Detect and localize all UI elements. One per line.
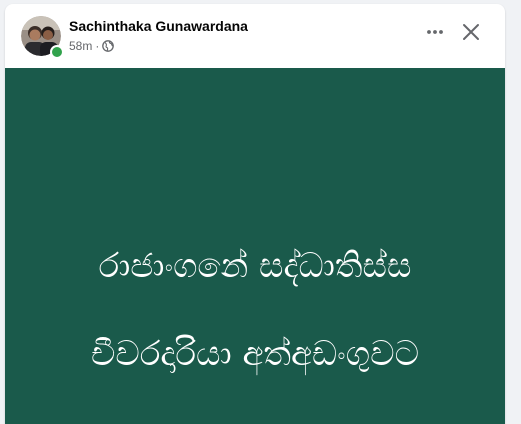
more-options-button[interactable] bbox=[421, 20, 449, 48]
post-text-line: රාජාංගනේ සද්ධාතිස්ස bbox=[98, 246, 412, 286]
post-header: Sachinthaka Gunawardana 58m · bbox=[5, 4, 505, 66]
close-button[interactable] bbox=[457, 20, 485, 48]
post-meta: 58m · bbox=[69, 38, 115, 54]
close-icon bbox=[461, 22, 481, 47]
author-avatar[interactable] bbox=[21, 16, 64, 59]
post-time[interactable]: 58m bbox=[69, 39, 92, 53]
author-name[interactable]: Sachinthaka Gunawardana bbox=[69, 18, 248, 34]
post-text-line: චීවරදාරියා අත්අඩංගුවට bbox=[90, 334, 420, 374]
more-horizontal-icon bbox=[425, 22, 445, 47]
globe-icon[interactable] bbox=[102, 40, 115, 52]
post-text-background[interactable]: රාජාංගනේ සද්ධාතිස්ස චීවරදාරියා අත්අඩංගුව… bbox=[5, 68, 505, 424]
post-text: රාජාංගනේ සද්ධාතිස්ස චීවරදාරියා අත්අඩංගුව… bbox=[15, 200, 495, 420]
online-status-dot bbox=[50, 45, 64, 59]
post-card: Sachinthaka Gunawardana 58m · රාජාංගනේ ස… bbox=[5, 4, 505, 424]
meta-separator: · bbox=[95, 39, 100, 53]
